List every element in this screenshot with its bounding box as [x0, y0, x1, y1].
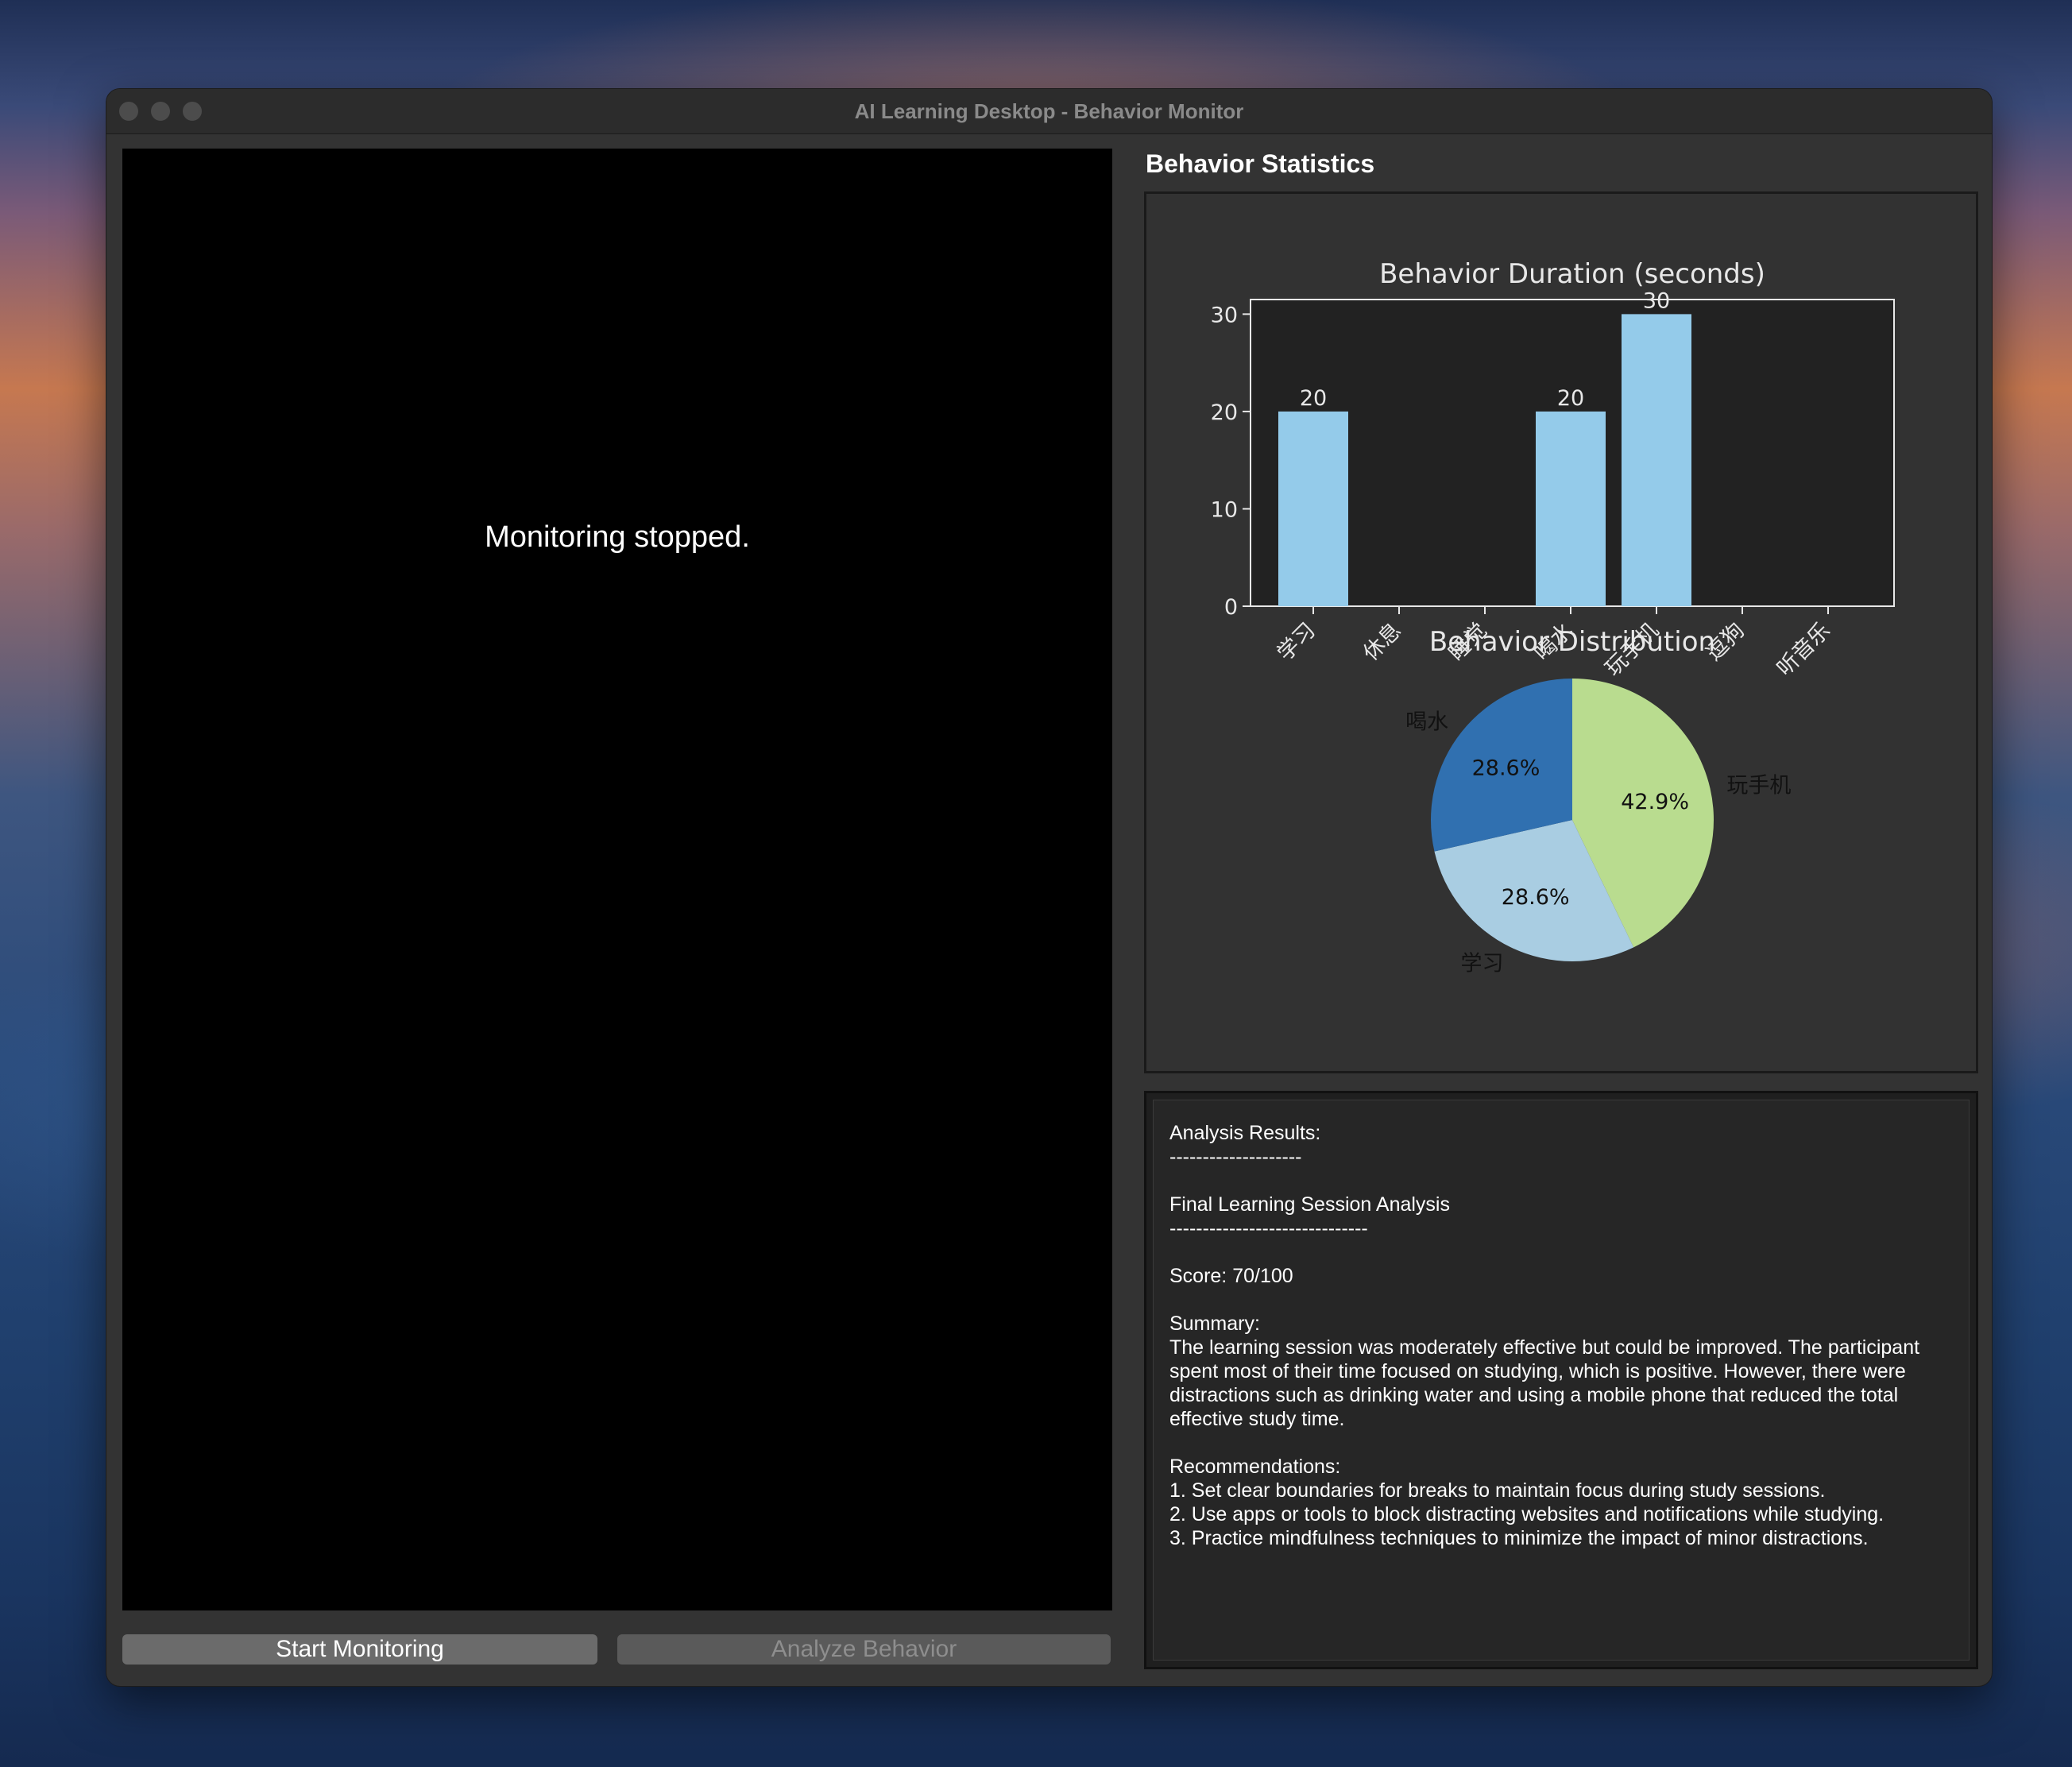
pie-slice-label: 喝水 — [1405, 710, 1448, 735]
video-feed: Monitoring stopped. — [122, 149, 1112, 1610]
pie-pct-label: 28.6% — [1472, 756, 1540, 780]
analysis-results-panel: Analysis Results: -------------------- F… — [1144, 1091, 1978, 1669]
start-monitoring-button[interactable]: Start Monitoring — [122, 1634, 597, 1665]
chart-panel: Behavior Duration (seconds) 0 10 20 30 20 学习 休息… — [1144, 191, 1978, 1073]
stats-heading: Behavior Statistics — [1146, 149, 1375, 178]
bar-data-label: 20 — [1300, 386, 1327, 411]
pie-slice-label: 学习 — [1461, 952, 1504, 976]
x-tick-label: 听音乐 — [1772, 618, 1835, 681]
y-tick-label: 0 — [1224, 595, 1238, 620]
y-tick-label: 30 — [1211, 303, 1238, 327]
bar-data-label: 20 — [1557, 386, 1584, 411]
y-tick-label: 20 — [1211, 400, 1238, 425]
x-tick-label: 休息 — [1359, 618, 1406, 666]
bar — [1622, 314, 1691, 606]
x-tick-label: 学习 — [1273, 618, 1320, 666]
window-title: AI Learning Desktop - Behavior Monitor — [854, 99, 1244, 123]
y-tick-label: 10 — [1211, 497, 1238, 522]
pie-pct-label: 28.6% — [1502, 885, 1570, 910]
pie-pct-label: 42.9% — [1621, 790, 1689, 814]
title-bar[interactable]: AI Learning Desktop - Behavior Monitor — [106, 89, 1992, 134]
app-window: AI Learning Desktop - Behavior Monitor M… — [106, 88, 1993, 1687]
bar — [1536, 411, 1606, 606]
bar-chart-title: Behavior Duration (seconds) — [1379, 258, 1765, 290]
pie-slice-label: 玩手机 — [1726, 774, 1791, 798]
monitoring-status-text: Monitoring stopped. — [485, 520, 750, 554]
charts-canvas: Behavior Duration (seconds)010203020学习 休息… — [1211, 258, 1895, 976]
bar — [1278, 411, 1348, 606]
analyze-behavior-button[interactable]: Analyze Behavior — [617, 1634, 1111, 1665]
bar-data-label: 30 — [1643, 288, 1670, 313]
pie-chart-title: Behavior Distribution — [1429, 626, 1715, 658]
analysis-results-text: Analysis Results: -------------------- F… — [1169, 1122, 1920, 1549]
analysis-results-textbox[interactable]: Analysis Results: -------------------- F… — [1153, 1100, 1970, 1661]
